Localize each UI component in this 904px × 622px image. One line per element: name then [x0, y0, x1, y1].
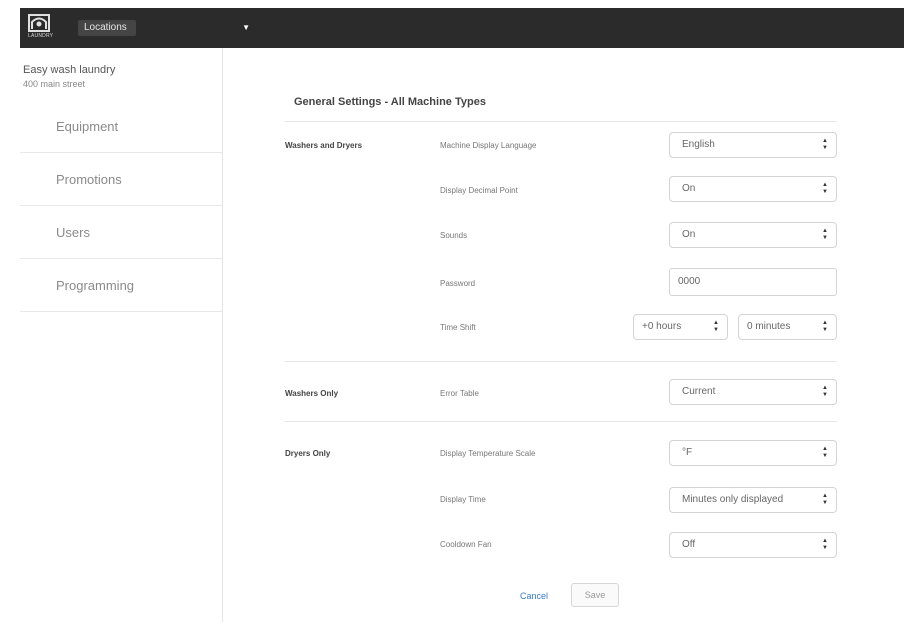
- language-select[interactable]: English ▲ ▼: [669, 132, 837, 158]
- password-label: Password: [440, 279, 476, 288]
- group-label-dryers-only: Dryers Only: [285, 449, 331, 458]
- display-time-select-value: Minutes only displayed: [682, 494, 784, 505]
- sidebar-item-users[interactable]: Users: [20, 206, 222, 259]
- logo-text: LAUNDRY: [28, 33, 54, 39]
- sidebar-item-equipment[interactable]: Equipment: [20, 100, 222, 153]
- time-shift-hours-select[interactable]: +0 hours ▲ ▼: [633, 314, 728, 340]
- language-label: Machine Display Language: [440, 141, 537, 150]
- password-input[interactable]: 0000: [669, 268, 837, 296]
- main-content: General Settings - All Machine Types Was…: [223, 48, 904, 622]
- display-time-label: Display Time: [440, 495, 486, 504]
- site-name: Easy wash laundry: [23, 64, 116, 76]
- logo-mark-icon: [28, 14, 50, 32]
- group-label-washers-only: Washers Only: [285, 389, 339, 398]
- divider: [285, 361, 837, 362]
- decimal-point-label: Display Decimal Point: [440, 186, 518, 195]
- temperature-scale-select[interactable]: °F ▲ ▼: [669, 440, 837, 466]
- page-title: General Settings - All Machine Types: [294, 96, 486, 108]
- sidebar-nav: Equipment Promotions Users Programming: [20, 100, 222, 312]
- sidebar-item-promotions[interactable]: Promotions: [20, 153, 222, 206]
- site-address: 400 main street: [23, 79, 86, 89]
- updown-arrows-icon: ▲ ▼: [822, 446, 828, 459]
- group-label-washers-dryers: Washers and Dryers: [285, 141, 363, 150]
- sidebar-item-programming[interactable]: Programming: [20, 259, 222, 312]
- decimal-point-select-value: On: [682, 183, 696, 194]
- location-select[interactable]: Locations ▼: [78, 18, 250, 38]
- error-table-label: Error Table: [440, 389, 479, 398]
- cooldown-fan-select[interactable]: Off ▲ ▼: [669, 532, 837, 558]
- chevron-down-icon: ▼: [242, 23, 250, 32]
- divider: [285, 421, 837, 422]
- divider: [285, 121, 837, 122]
- sounds-label: Sounds: [440, 231, 468, 240]
- temperature-scale-select-value: °F: [682, 447, 693, 458]
- cancel-button[interactable]: Cancel: [520, 591, 548, 601]
- updown-arrows-icon: ▲ ▼: [822, 493, 828, 506]
- error-table-select-value: Current: [682, 386, 716, 397]
- decimal-point-select[interactable]: On ▲ ▼: [669, 176, 837, 202]
- sounds-select-value: On: [682, 229, 696, 240]
- updown-arrows-icon: ▲ ▼: [822, 182, 828, 195]
- save-button[interactable]: Save: [571, 583, 619, 607]
- language-select-value: English: [682, 139, 715, 150]
- updown-arrows-icon: ▲ ▼: [822, 228, 828, 241]
- time-shift-minutes-value: 0 minutes: [747, 321, 791, 332]
- display-time-select[interactable]: Minutes only displayed ▲ ▼: [669, 487, 837, 513]
- top-bar: LAUNDRY Locations ▼: [20, 8, 904, 48]
- error-table-select[interactable]: Current ▲ ▼: [669, 379, 837, 405]
- cooldown-fan-label: Cooldown Fan: [440, 540, 492, 549]
- updown-arrows-icon: ▲ ▼: [713, 320, 719, 333]
- time-shift-label: Time Shift: [440, 323, 476, 332]
- updown-arrows-icon: ▲ ▼: [822, 138, 828, 151]
- brand-logo-icon[interactable]: LAUNDRY: [28, 14, 54, 40]
- cooldown-fan-select-value: Off: [682, 539, 696, 550]
- location-select-value: Locations: [78, 20, 136, 36]
- temperature-scale-label: Display Temperature Scale: [440, 449, 536, 458]
- time-shift-minutes-select[interactable]: 0 minutes ▲ ▼: [738, 314, 837, 340]
- time-shift-hours-value: +0 hours: [642, 321, 682, 332]
- sidebar: Easy wash laundry 400 main street Equipm…: [20, 48, 223, 622]
- updown-arrows-icon: ▲ ▼: [822, 538, 828, 551]
- updown-arrows-icon: ▲ ▼: [822, 385, 828, 398]
- updown-arrows-icon: ▲ ▼: [822, 320, 828, 333]
- sounds-select[interactable]: On ▲ ▼: [669, 222, 837, 248]
